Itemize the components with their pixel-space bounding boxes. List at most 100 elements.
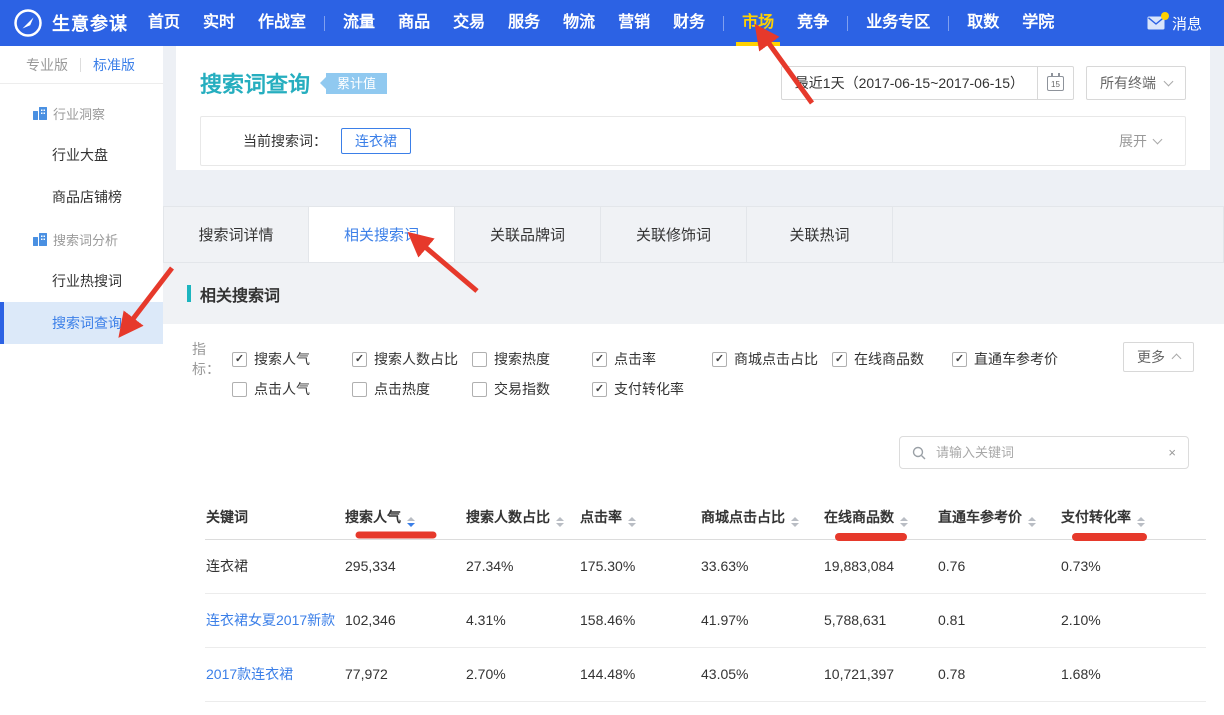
nav-item-logistics[interactable]: 物流 xyxy=(563,0,595,46)
checkbox-icon[interactable] xyxy=(472,382,487,397)
tab-related-search-words[interactable]: 相关搜索词 xyxy=(309,206,455,263)
metric-ztc-reference-price[interactable]: 直通车参考价 xyxy=(952,349,1058,369)
checkbox-icon[interactable] xyxy=(952,352,967,367)
tab-related-modifier-words[interactable]: 关联修饰词 xyxy=(601,206,747,263)
value-cell: 4.31% xyxy=(465,593,579,647)
metric-online-products[interactable]: 在线商品数 xyxy=(832,349,952,369)
checkbox-icon[interactable] xyxy=(232,352,247,367)
nav-item-marketing[interactable]: 营销 xyxy=(618,0,650,46)
metric-click-rate[interactable]: 点击率 xyxy=(592,349,712,369)
nav-item-war-room[interactable]: 作战室 xyxy=(258,0,306,46)
tab-pro-version[interactable]: 专业版 xyxy=(26,55,68,75)
value-cell: 5,788,631 xyxy=(823,593,937,647)
tab-related-brand-words[interactable]: 关联品牌词 xyxy=(455,206,601,263)
chevron-up-icon xyxy=(1172,354,1182,364)
col-header-mall-click-ratio[interactable]: 商城点击占比 xyxy=(700,495,823,539)
metric-payment-conversion[interactable]: 支付转化率 xyxy=(592,379,712,399)
keyword-link[interactable]: 连衣裙女夏2017新款 xyxy=(205,593,344,647)
col-header-ztc-reference-price[interactable]: 直通车参考价 xyxy=(937,495,1060,539)
checkbox-icon[interactable] xyxy=(352,352,367,367)
value-cell: 0.73% xyxy=(1060,539,1206,593)
calendar-icon: 15 xyxy=(1047,76,1064,91)
nav-item-home[interactable]: 首页 xyxy=(148,0,180,46)
keyword-link[interactable]: 2017款连衣裙 xyxy=(205,647,344,701)
chevron-down-icon xyxy=(1153,135,1163,145)
checkbox-icon[interactable] xyxy=(472,352,487,367)
chevron-down-icon xyxy=(1164,77,1174,87)
checkbox-icon[interactable] xyxy=(232,382,247,397)
nav-item-data-extract[interactable]: 取数 xyxy=(967,0,999,46)
tab-related-hot-words[interactable]: 关联热词 xyxy=(747,206,893,263)
value-cell: 2.70% xyxy=(465,647,579,701)
value-cell: 10,721,397 xyxy=(823,647,937,701)
metric-search-heat[interactable]: 搜索热度 xyxy=(472,349,592,369)
col-header-click-rate[interactable]: 点击率 xyxy=(579,495,700,539)
value-cell: 144.48% xyxy=(579,647,700,701)
nav-item-finance[interactable]: 财务 xyxy=(673,0,705,46)
sidebar: 专业版 标准版 行业洞察 行业大盘 商品店铺榜 搜索词分析 xyxy=(0,46,163,715)
nav-item-trade[interactable]: 交易 xyxy=(453,0,485,46)
col-header-payment-conversion[interactable]: 支付转化率 xyxy=(1060,495,1206,539)
col-header-searcher-ratio[interactable]: 搜索人数占比 xyxy=(465,495,579,539)
checkbox-icon[interactable] xyxy=(352,382,367,397)
expand-toggle[interactable]: 展开 xyxy=(1119,131,1161,151)
value-cell: 2.10% xyxy=(1060,593,1206,647)
tab-label: 搜索词详情 xyxy=(198,224,273,245)
search-word-panel: 搜索词详情 相关搜索词 关联品牌词 关联修饰词 关联热词 相关搜索词 指标： 搜… xyxy=(163,206,1224,715)
checkbox-icon[interactable] xyxy=(592,382,607,397)
tab-standard-version[interactable]: 标准版 xyxy=(93,55,135,75)
sidebar-item-product-shop-rank[interactable]: 商品店铺榜 xyxy=(0,176,163,218)
metric-mall-click-ratio[interactable]: 商城点击占比 xyxy=(712,349,832,369)
value-cell: 158.46% xyxy=(579,593,700,647)
message-button[interactable]: 消息 xyxy=(1147,13,1202,34)
value-cell: 27.34% xyxy=(465,539,579,593)
nav-item-service[interactable]: 服务 xyxy=(508,0,540,46)
current-word-tag[interactable]: 连衣裙 xyxy=(341,128,411,154)
tab-search-word-detail[interactable]: 搜索词详情 xyxy=(163,206,309,263)
nav-divider xyxy=(847,16,848,31)
sort-icon[interactable] xyxy=(407,517,415,527)
sort-icon[interactable] xyxy=(1137,517,1145,527)
nav-item-business-zone[interactable]: 业务专区 xyxy=(866,0,930,46)
nav-item-realtime[interactable]: 实时 xyxy=(203,0,235,46)
sidebar-item-industry-overview[interactable]: 行业大盘 xyxy=(0,134,163,176)
envelope-icon xyxy=(1147,16,1165,30)
expand-label: 展开 xyxy=(1119,131,1147,151)
nav-item-market[interactable]: 市场 xyxy=(742,0,774,46)
metric-click-heat[interactable]: 点击热度 xyxy=(352,379,472,399)
metric-trade-index[interactable]: 交易指数 xyxy=(472,379,592,399)
checkbox-icon[interactable] xyxy=(712,352,727,367)
clear-search-icon[interactable]: × xyxy=(1168,446,1176,459)
brand[interactable]: 生意参谋 xyxy=(0,8,128,38)
col-header-online-products[interactable]: 在线商品数 xyxy=(823,495,937,539)
checkbox-icon[interactable] xyxy=(592,352,607,367)
sort-icon[interactable] xyxy=(628,517,636,527)
checkbox-icon[interactable] xyxy=(832,352,847,367)
sort-icon[interactable] xyxy=(791,517,799,527)
table-row: 2017款连衣裙 77,972 2.70% 144.48% 43.05% 10,… xyxy=(205,647,1206,701)
metric-searcher-ratio[interactable]: 搜索人数占比 xyxy=(352,349,472,369)
nav-item-academy[interactable]: 学院 xyxy=(1022,0,1054,46)
col-header-search-popularity[interactable]: 搜索人气 xyxy=(344,495,465,539)
sort-icon[interactable] xyxy=(1028,517,1036,527)
calendar-button[interactable]: 15 xyxy=(1038,66,1074,100)
more-button[interactable]: 更多 xyxy=(1123,342,1194,372)
nav-item-competition[interactable]: 竞争 xyxy=(797,0,829,46)
nav-item-traffic[interactable]: 流量 xyxy=(343,0,375,46)
metric-click-popularity[interactable]: 点击人气 xyxy=(232,379,352,399)
search-icon xyxy=(912,446,926,460)
sort-icon[interactable] xyxy=(556,517,564,527)
keyword-search-input[interactable] xyxy=(934,444,1160,461)
sort-icon[interactable] xyxy=(900,517,908,527)
nav-item-product[interactable]: 商品 xyxy=(398,0,430,46)
sidebar-item-industry-hot-words[interactable]: 行业热搜词 xyxy=(0,260,163,302)
metric-search-popularity[interactable]: 搜索人气 xyxy=(232,349,352,369)
sidebar-item-label: 商品店铺榜 xyxy=(52,187,122,207)
section-title: 相关搜索词 xyxy=(200,282,280,306)
sidebar-item-label: 行业大盘 xyxy=(52,145,108,165)
date-range-selector[interactable]: 最近1天（2017-06-15~2017-06-15） xyxy=(781,66,1038,100)
page-header-panel: 搜索词查询 累计值 最近1天（2017-06-15~2017-06-15） 15… xyxy=(176,46,1210,170)
terminal-dropdown[interactable]: 所有终端 xyxy=(1086,66,1186,100)
sidebar-item-search-word-query[interactable]: 搜索词查询 xyxy=(0,302,163,344)
section-accent-bar xyxy=(187,285,191,302)
